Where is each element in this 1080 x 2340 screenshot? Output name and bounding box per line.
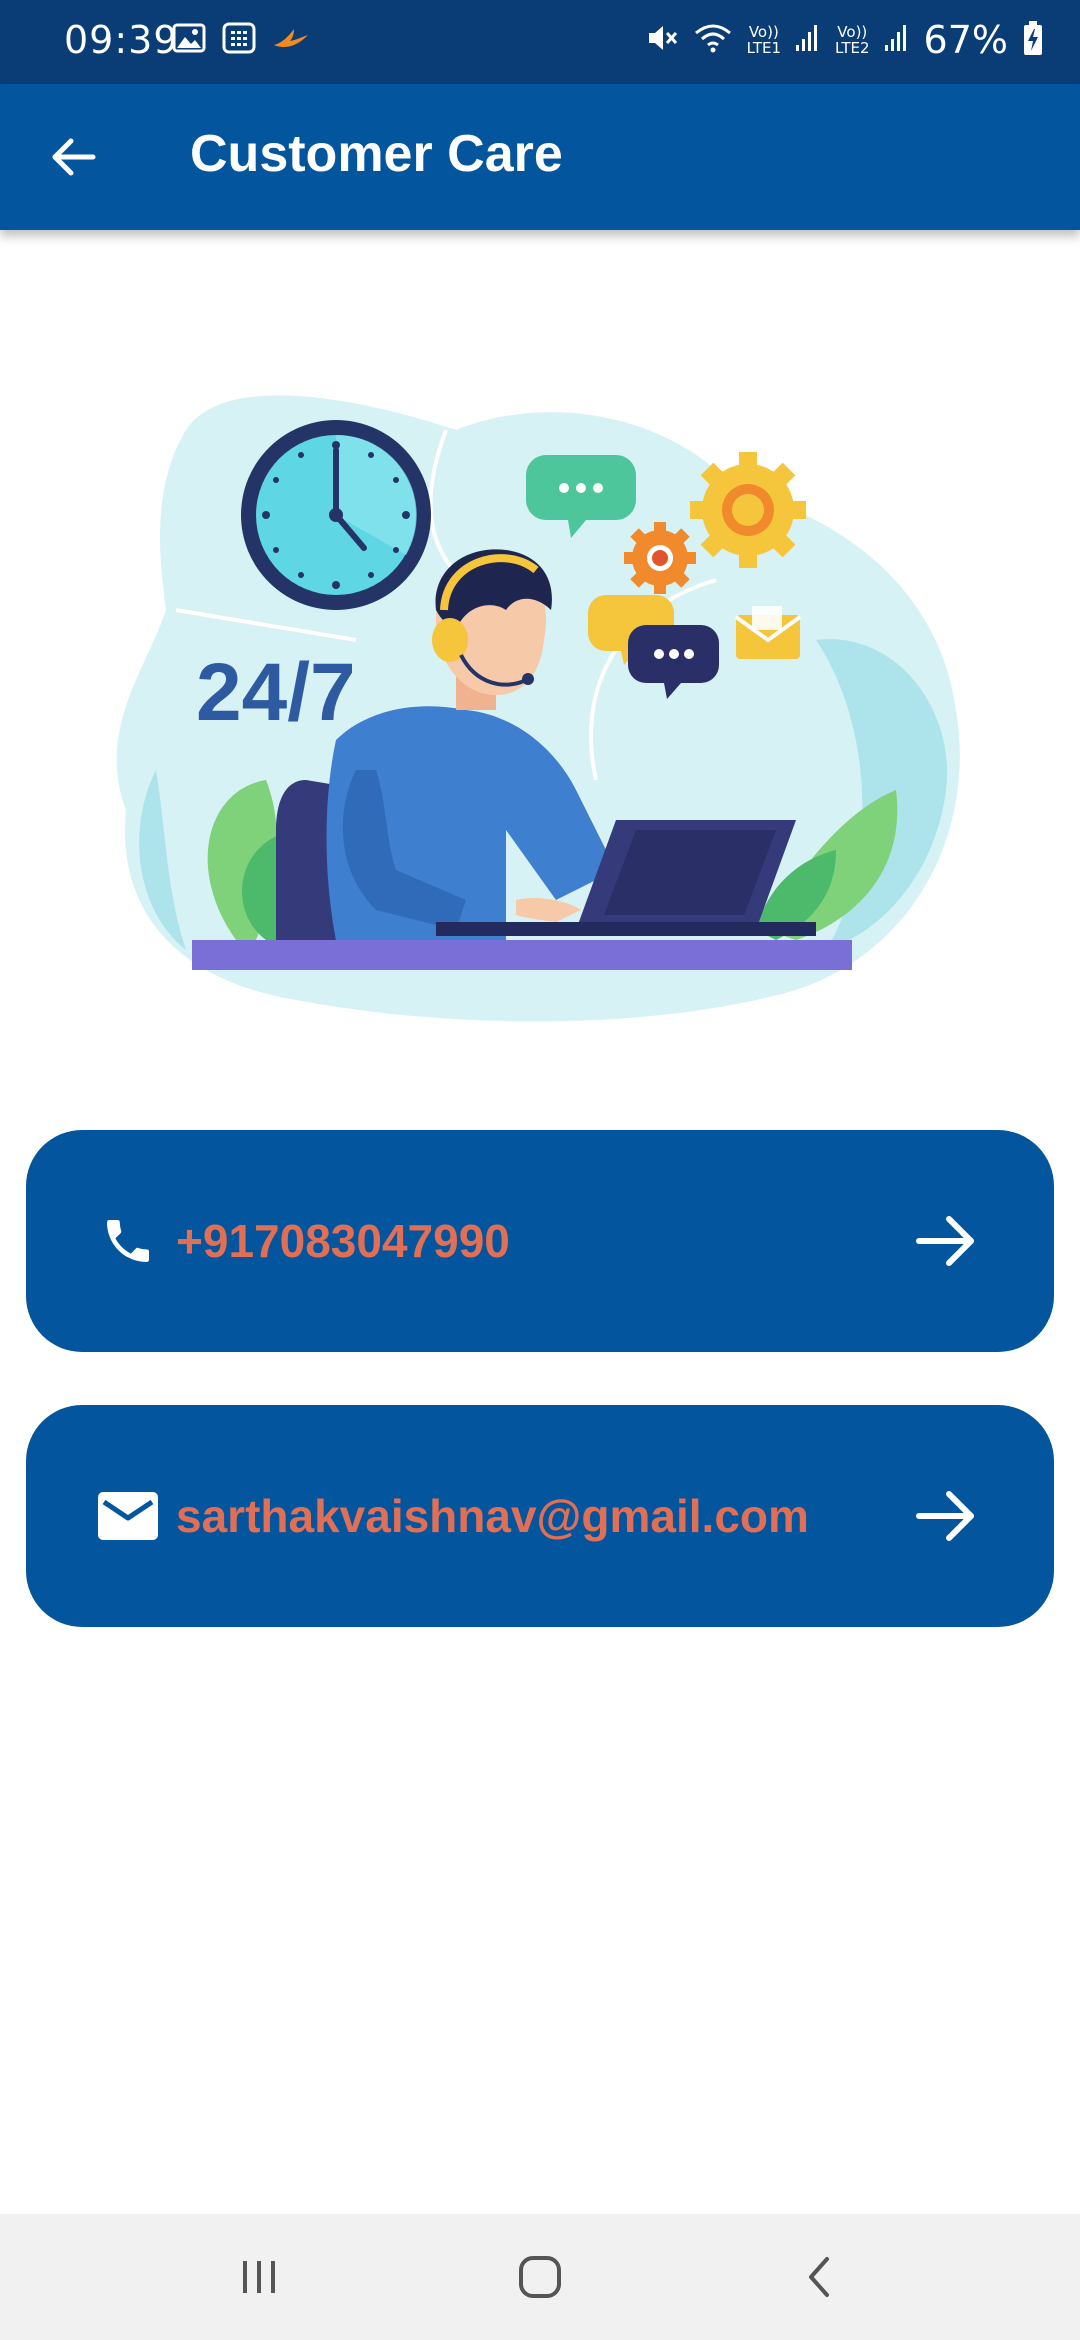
mail-icon <box>96 1484 160 1548</box>
recent-apps-icon <box>243 2261 275 2293</box>
bird-app-icon <box>272 23 310 58</box>
lte1-indicator: Vo)) LTE1 <box>747 24 781 56</box>
battery-percent: 67% <box>923 18 1008 62</box>
gallery-icon <box>172 23 206 58</box>
arrow-right-icon <box>910 1481 980 1551</box>
calculator-icon <box>222 22 256 59</box>
back-icon <box>809 2257 829 2297</box>
page-title: Customer Care <box>190 125 563 183</box>
24-7-badge: 24/7 <box>196 647 356 738</box>
status-bar: 09:39 Vo)) LTE1 Vo)) LTE2 67% <box>0 0 1080 84</box>
recent-apps-button[interactable] <box>224 2242 294 2312</box>
volte-label: Vo)) <box>837 23 868 41</box>
arrow-right-icon <box>910 1206 980 1276</box>
phone-icon <box>96 1209 160 1273</box>
system-nav-bar <box>0 2214 1080 2340</box>
app-bar: Customer Care <box>0 84 1080 230</box>
signal-icon <box>795 23 821 58</box>
home-button[interactable] <box>505 2242 575 2312</box>
battery-charging-icon <box>1022 20 1044 61</box>
arrow-left-icon <box>52 138 96 176</box>
home-icon <box>519 2256 561 2298</box>
customer-care-screen: 09:39 Vo)) LTE1 Vo)) LTE2 67% Customer C… <box>0 0 1080 2340</box>
email-address: sarthakvaishnav@gmail.com <box>176 1490 809 1542</box>
customer-support-illustration: 24/7 <box>36 310 1036 1100</box>
email-contact-button[interactable]: sarthakvaishnav@gmail.com <box>26 1405 1054 1627</box>
back-button[interactable] <box>38 122 108 192</box>
phone-contact-button[interactable]: +917083047990 <box>26 1130 1054 1352</box>
status-right-icons: Vo)) LTE1 Vo)) LTE2 67% <box>645 18 1044 62</box>
wifi-icon <box>693 21 733 60</box>
system-back-button[interactable] <box>786 2242 856 2312</box>
volte-label: Vo)) <box>748 23 779 41</box>
lte1-label: LTE1 <box>746 39 782 57</box>
lte2-indicator: Vo)) LTE2 <box>835 24 869 56</box>
mute-icon <box>645 21 679 60</box>
status-time: 09:39 <box>64 18 179 62</box>
phone-number: +917083047990 <box>176 1215 510 1267</box>
signal-icon <box>884 23 910 58</box>
lte2-label: LTE2 <box>835 39 870 57</box>
notification-icons <box>172 22 310 59</box>
